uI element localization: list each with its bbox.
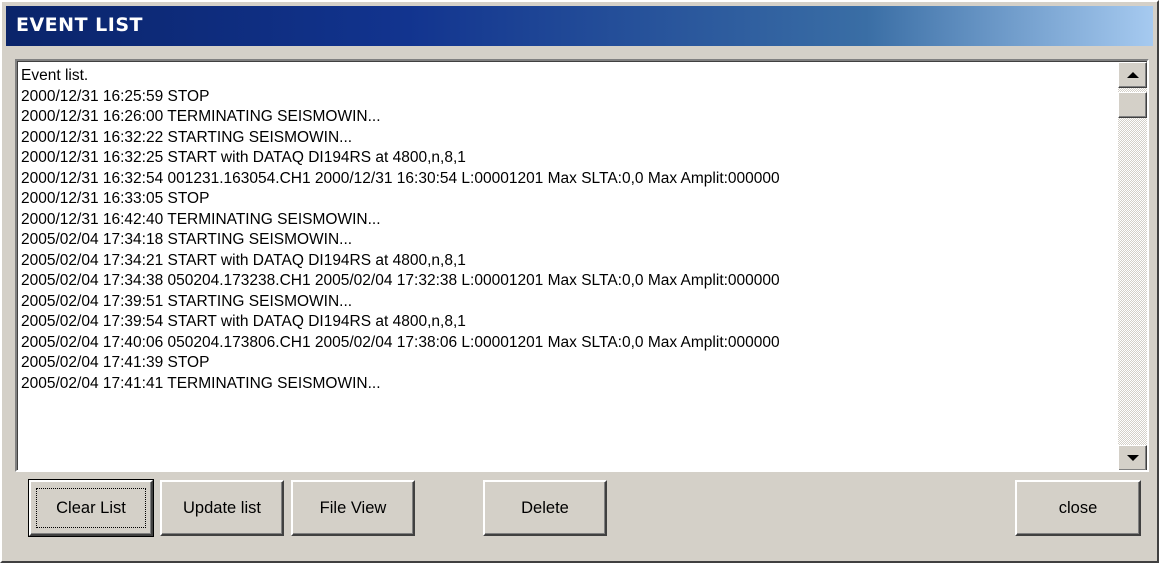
event-list-item[interactable]: 2000/12/31 16:25:59 STOP <box>21 87 1113 108</box>
event-list-item[interactable]: 2000/12/31 16:32:54 001231.163054.CH1 20… <box>21 169 1113 190</box>
focus-ring <box>36 488 146 528</box>
event-list-item[interactable]: 2005/02/04 17:39:51 STARTING SEISMOWIN..… <box>21 292 1113 313</box>
event-list-item[interactable]: 2005/02/04 17:41:39 STOP <box>21 353 1113 374</box>
event-list-item[interactable]: 2000/12/31 16:33:05 STOP <box>21 189 1113 210</box>
window-title: EVENT LIST <box>16 14 143 36</box>
scroll-up-button[interactable] <box>1118 62 1147 88</box>
scroll-down-button[interactable] <box>1118 445 1147 470</box>
event-listbox[interactable]: Event list. 2000/12/31 16:25:59 STOP 2000/… <box>15 59 1149 472</box>
event-list-item[interactable]: 2005/02/04 17:40:06 050204.173806.CH1 20… <box>21 333 1113 354</box>
event-list-window: EVENT LIST Event list. 2000/12/31 16:25:5… <box>0 0 1159 563</box>
event-list-item[interactable]: 2005/02/04 17:39:54 START with DATAQ DI1… <box>21 312 1113 333</box>
event-list-item[interactable]: 2000/12/31 16:32:25 START with DATAQ DI1… <box>21 148 1113 169</box>
arrow-up-icon <box>1127 72 1139 78</box>
event-lines: Event list. 2000/12/31 16:25:59 STOP 2000/… <box>21 66 1113 468</box>
title-bar[interactable]: EVENT LIST <box>6 6 1153 46</box>
event-list-item[interactable]: 2005/02/04 17:34:18 STARTING SEISMOWIN..… <box>21 230 1113 251</box>
update-list-button[interactable]: Update list <box>160 480 284 536</box>
event-list-item[interactable]: 2000/12/31 16:26:00 TERMINATING SEISMOWI… <box>21 107 1113 128</box>
event-list-item[interactable]: 2000/12/31 16:42:40 TERMINATING SEISMOWI… <box>21 210 1113 231</box>
event-list-item[interactable]: 2005/02/04 17:34:21 START with DATAQ DI1… <box>21 251 1113 272</box>
scroll-thumb[interactable] <box>1118 92 1147 118</box>
event-list-item[interactable]: Event list. <box>21 66 1113 87</box>
close-button[interactable]: close <box>1015 480 1141 536</box>
vertical-scrollbar[interactable] <box>1118 62 1147 470</box>
event-list-item[interactable]: 2005/02/04 17:41:41 TERMINATING SEISMOWI… <box>21 374 1113 395</box>
delete-button[interactable]: Delete <box>483 480 607 536</box>
clear-list-button[interactable]: Clear List <box>28 479 154 537</box>
event-list-item[interactable]: 2000/12/31 16:32:22 STARTING SEISMOWIN..… <box>21 128 1113 149</box>
event-list-item[interactable]: 2005/02/04 17:34:38 050204.173238.CH1 20… <box>21 271 1113 292</box>
file-view-button[interactable]: File View <box>291 480 415 536</box>
arrow-down-icon <box>1127 455 1139 461</box>
